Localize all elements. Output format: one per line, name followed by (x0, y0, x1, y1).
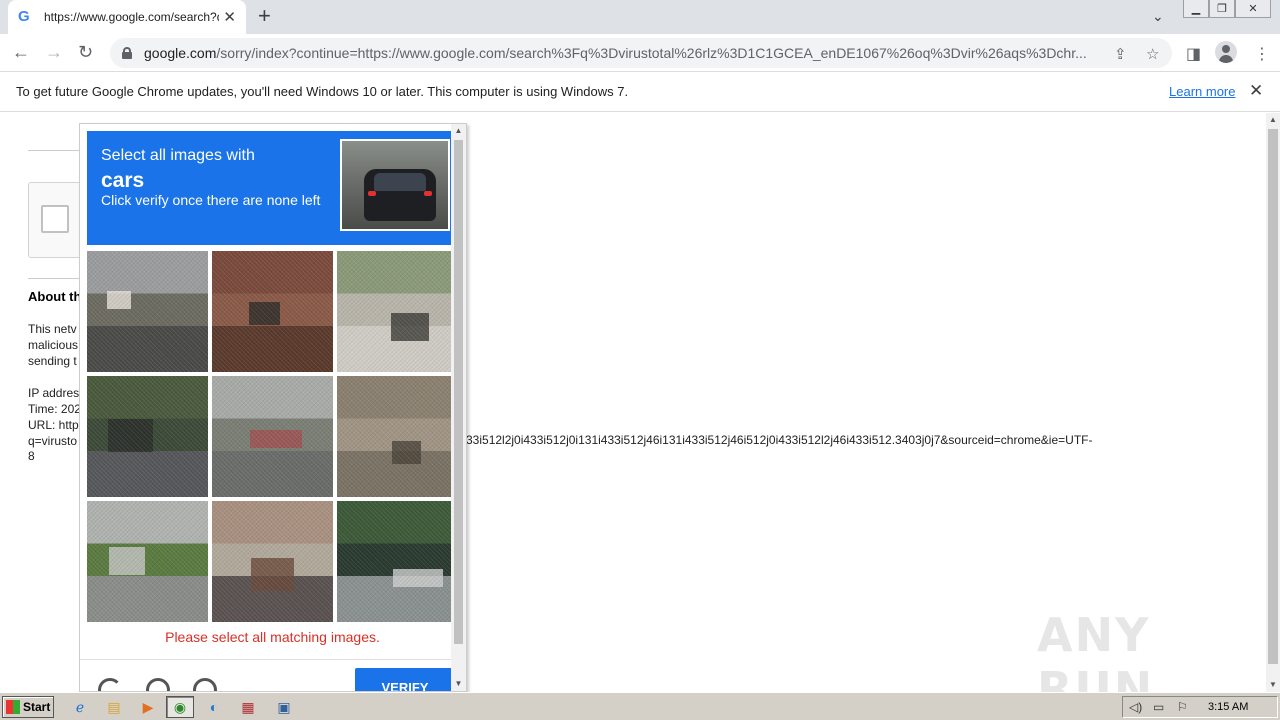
url-text[interactable]: google.com/sorry/index?continue=https://… (144, 45, 1104, 61)
challenge-scrollbar[interactable]: ▲ ▼ (451, 124, 466, 691)
info-icon[interactable] (193, 678, 217, 691)
winrar-icon[interactable]: ▦ (234, 696, 262, 718)
tile-noise (87, 251, 208, 372)
car-window (374, 173, 426, 191)
captcha-tile-parked-car-street[interactable] (87, 501, 208, 622)
captcha-tile-house-street[interactable] (87, 251, 208, 372)
scroll-up-icon[interactable]: ▲ (451, 124, 466, 138)
tab-search-chevron-icon[interactable]: ⌄ (1152, 8, 1164, 25)
chrome-icon[interactable]: ◉ (166, 696, 194, 718)
tile-noise (337, 376, 458, 497)
recaptcha-checkbox[interactable] (41, 205, 69, 233)
time-line: Time: 202 (28, 402, 81, 416)
start-button[interactable]: Start (2, 696, 54, 718)
sample-car-image (340, 139, 450, 231)
tile-noise (212, 376, 333, 497)
captcha-tile-traffic-light-brick[interactable] (212, 251, 333, 372)
scroll-up-icon[interactable]: ▲ (1266, 113, 1280, 127)
share-icon[interactable]: ⇪ (1114, 45, 1127, 63)
google-favicon-icon: G (18, 8, 30, 25)
url-query-end: 8 (28, 449, 35, 463)
start-label: Start (23, 700, 51, 714)
scrollbar-thumb[interactable] (454, 140, 463, 644)
new-tab-button[interactable]: + (258, 5, 271, 27)
windows-flag-icon (6, 700, 20, 714)
app-window-icon[interactable]: ▣ (270, 696, 298, 718)
action-center-flag-icon[interactable]: ⚐ (1177, 700, 1188, 714)
internet-explorer-icon[interactable]: ℯ (66, 696, 94, 718)
tile-noise (87, 376, 208, 497)
browser-tab[interactable]: G https://www.google.com/search?q= ✕ (8, 0, 246, 34)
tile-noise (337, 251, 458, 372)
infobar-close-icon[interactable]: ✕ (1249, 81, 1263, 101)
captcha-tile-tree-shade[interactable] (337, 501, 458, 622)
scrollbar-thumb[interactable] (1268, 129, 1278, 664)
side-panel-icon[interactable]: ◨ (1186, 44, 1201, 64)
minimize-button[interactable]: ▁ (1183, 0, 1209, 18)
media-player-icon[interactable]: ▶ (134, 696, 162, 718)
url-path: /sorry/index?continue=https://www.google… (216, 45, 1087, 61)
profile-avatar[interactable] (1215, 41, 1237, 63)
learn-more-link[interactable]: Learn more (1169, 84, 1235, 99)
forward-arrow-icon[interactable]: → (45, 42, 63, 62)
challenge-subinstruction: Click verify once there are none left (101, 192, 321, 208)
reload-challenge-icon[interactable] (98, 678, 122, 691)
tile-noise (337, 501, 458, 622)
tab-title: https://www.google.com/search?q= (43, 10, 220, 24)
lock-icon[interactable] (122, 47, 132, 59)
file-explorer-icon[interactable]: ▤ (100, 696, 128, 718)
captcha-tile-open-road[interactable] (212, 376, 333, 497)
captcha-tile-fence-road[interactable] (337, 251, 458, 372)
request-info: IP addres Time: 202 URL: http q=virusto (28, 385, 81, 449)
captcha-tile-stairs[interactable] (337, 376, 458, 497)
tile-noise (212, 501, 333, 622)
audio-challenge-icon[interactable] (146, 678, 170, 691)
tab-strip: G https://www.google.com/search?q= ✕ + ⌄… (0, 0, 1280, 34)
volume-icon[interactable]: ◁) (1129, 700, 1142, 714)
back-arrow-icon[interactable]: ← (12, 42, 30, 62)
url-query-tail: 33i512l2j0i433i512j0i131i433i512j46i131i… (466, 433, 1093, 447)
address-bar[interactable]: google.com/sorry/index?continue=https://… (110, 38, 1172, 68)
captcha-tile-sidewalk[interactable] (212, 501, 333, 622)
windows-taskbar: Start ℯ ▤ ▶ ◉ ◐ ▦ ▣ ◁) ▭ ⚐ 3:15 AM (0, 692, 1280, 720)
browser-toolbar: ← → ↻ google.com/sorry/index?continue=ht… (0, 34, 1280, 72)
url-line: URL: http (28, 418, 79, 432)
tab-close-icon[interactable]: ✕ (223, 8, 236, 26)
challenge-instruction: Select all images with (101, 147, 255, 164)
page-scrollbar[interactable]: ▲ ▼ (1266, 113, 1280, 692)
verify-button[interactable]: VERIFY (355, 668, 455, 691)
car-taillight (424, 191, 432, 196)
ip-address-line: IP addres (28, 386, 80, 400)
restore-button[interactable]: ❐ (1209, 0, 1235, 18)
tile-noise (212, 251, 333, 372)
car-taillight (368, 191, 376, 196)
network-icon[interactable]: ▭ (1153, 700, 1164, 714)
bookmark-star-icon[interactable]: ☆ (1146, 45, 1159, 63)
challenge-error: Please select all matching images. (165, 629, 380, 645)
about-heading: About th (28, 289, 82, 304)
challenge-header: Select all images with cars Click verify… (87, 131, 451, 245)
system-tray: ◁) ▭ ⚐ (1122, 696, 1278, 718)
menu-kebab-icon[interactable]: ⋮ (1254, 44, 1270, 64)
reload-icon[interactable]: ↻ (78, 42, 93, 62)
update-infobar: To get future Google Chrome updates, you… (0, 72, 1280, 112)
image-grid (87, 251, 458, 623)
url-query-line: q=virusto (28, 434, 78, 448)
url-host: google.com (144, 45, 217, 61)
challenge-target-word: cars (101, 169, 145, 192)
infobar-message: To get future Google Chrome updates, you… (16, 84, 629, 99)
scroll-down-icon[interactable]: ▼ (451, 677, 466, 691)
window-close-button[interactable]: ✕ (1235, 0, 1271, 18)
edge-icon[interactable]: ◐ (200, 696, 228, 718)
challenge-footer: VERIFY (80, 659, 466, 691)
tile-noise (87, 501, 208, 622)
captcha-tile-road-trees[interactable] (87, 376, 208, 497)
recaptcha-challenge: Select all images with cars Click verify… (79, 123, 467, 692)
clock[interactable]: 3:15 AM (1208, 701, 1248, 713)
